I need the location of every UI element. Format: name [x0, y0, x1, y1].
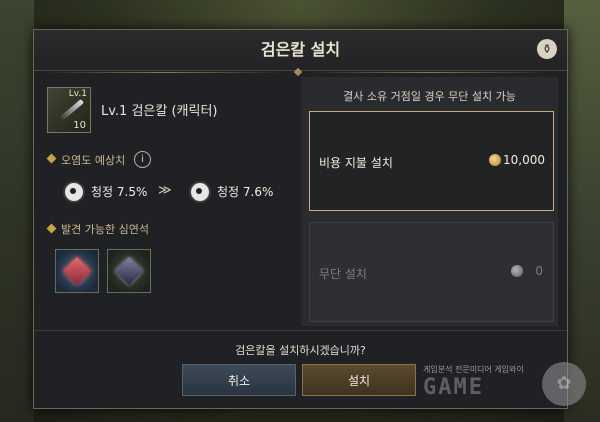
watermark-tagline: 게임분석 전문미디어 게임와이: [423, 365, 524, 374]
background-right: [564, 0, 600, 422]
item-level-badge: Lv.1: [68, 89, 87, 99]
abyss-gem-red-icon[interactable]: [55, 249, 99, 293]
pot-icon[interactable]: ⚱: [537, 39, 557, 59]
title-bar: 검은칼 설치 ⚱: [34, 30, 567, 71]
pollution-section-title: 오염도 예상치: [61, 154, 126, 167]
abyss-gem-dark-icon[interactable]: [107, 249, 151, 293]
paid-install-cost: 10,000: [503, 153, 545, 167]
install-dialog: 검은칼 설치 ⚱ Lv.1 10 Lv.1 검은칼 (캐릭터) 오염도 예상치 …: [33, 29, 568, 409]
dialog-title: 검은칼 설치: [260, 40, 341, 59]
title-ornament: [34, 67, 567, 77]
install-options-header: 결사 소유 거점일 경우 무단 설치 가능: [343, 90, 516, 103]
confirm-question: 검은칼을 설치하시겠습니까?: [235, 344, 366, 357]
purity-icon: [63, 181, 85, 203]
paid-install-option[interactable]: 비용 지불 설치 10,000: [309, 111, 554, 211]
watermark-logo: GAME: [423, 375, 484, 400]
item-name: Lv.1 검은칼 (캐릭터): [101, 104, 218, 119]
sword-icon: [57, 98, 85, 123]
diamond-bullet-icon: [46, 153, 57, 164]
pollution-expected: 청정 7.6%: [217, 185, 274, 199]
free-install-cost: 0: [535, 264, 543, 278]
paid-install-label: 비용 지불 설치: [319, 156, 393, 170]
free-install-option[interactable]: 무단 설치 0: [309, 222, 554, 322]
install-button[interactable]: 설치: [302, 364, 416, 396]
purity-icon: [189, 181, 211, 203]
install-options-pane: 결사 소유 거점일 경우 무단 설치 가능 비용 지불 설치 10,000 무단…: [301, 77, 558, 326]
gems-section-title: 발견 가능한 심연석: [61, 223, 149, 236]
item-count: 10: [73, 120, 86, 131]
coin-icon: [511, 265, 523, 277]
footer-divider: [34, 330, 567, 331]
silver-coin-icon: [489, 154, 501, 166]
cancel-button[interactable]: 취소: [182, 364, 296, 396]
double-arrow-icon: ≫: [158, 183, 172, 198]
pollution-current: 청정 7.5%: [91, 185, 148, 199]
background-left: [0, 0, 34, 422]
diamond-bullet-icon: [46, 223, 57, 234]
black-blade-item-icon[interactable]: Lv.1 10: [47, 87, 91, 133]
free-install-label: 무단 설치: [319, 267, 367, 281]
info-icon[interactable]: i: [134, 151, 151, 168]
watermark-emblem-icon: ✿: [542, 362, 586, 406]
